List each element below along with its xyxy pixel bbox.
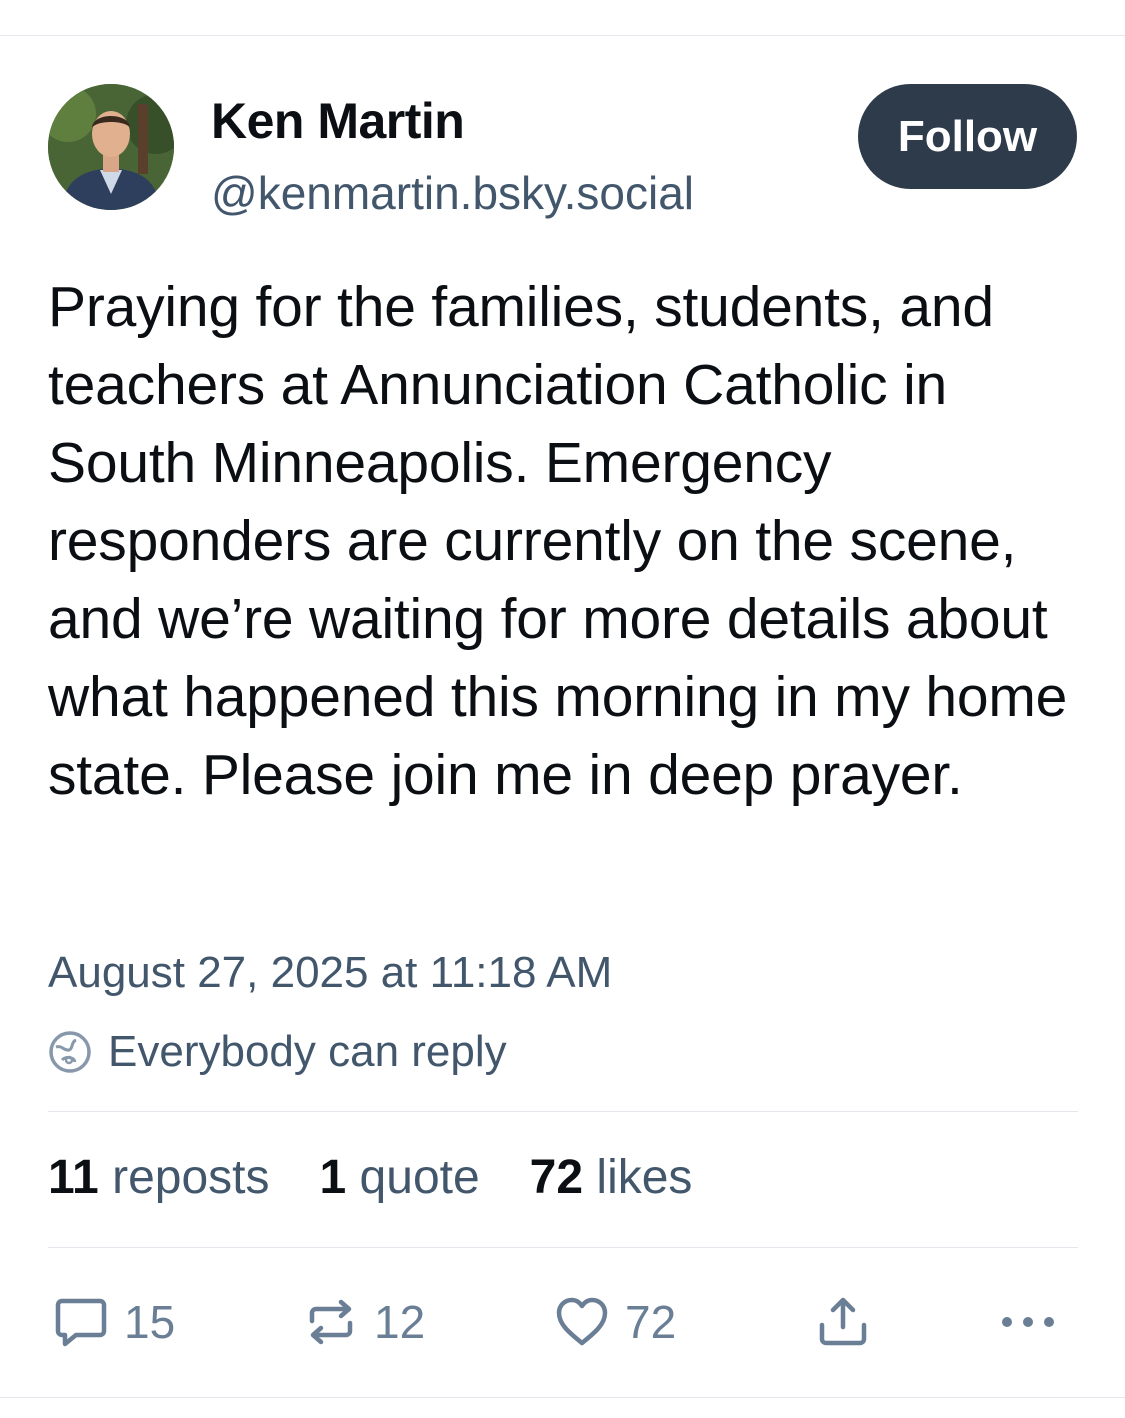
- reposts-label: reposts: [112, 1151, 270, 1204]
- heart-icon: [553, 1293, 611, 1351]
- quotes-label: quote: [359, 1151, 480, 1204]
- profile-photo-icon: [48, 84, 174, 210]
- share-button[interactable]: [814, 1290, 872, 1354]
- post-timestamp[interactable]: August 27, 2025 at 11:18 AM: [48, 948, 612, 998]
- reply-setting-label: Everybody can reply: [108, 1027, 507, 1076]
- reposts-stat[interactable]: 11 reposts: [48, 1150, 270, 1205]
- follow-button[interactable]: Follow: [858, 84, 1077, 189]
- top-divider: [0, 35, 1125, 36]
- divider: [48, 1247, 1078, 1248]
- like-button[interactable]: 72: [553, 1290, 676, 1354]
- reply-button[interactable]: 15: [52, 1290, 175, 1354]
- more-horizontal-icon: [998, 1293, 1058, 1351]
- repost-icon: [302, 1293, 360, 1351]
- likes-stat[interactable]: 72 likes: [530, 1150, 693, 1205]
- quotes-stat[interactable]: 1 quote: [320, 1150, 480, 1205]
- likes-count: 72: [529, 1151, 584, 1204]
- author-display-name[interactable]: Ken Martin: [211, 92, 465, 150]
- repost-button[interactable]: 12: [302, 1290, 425, 1354]
- share-icon: [814, 1293, 872, 1351]
- reply-setting[interactable]: Everybody can reply: [48, 1024, 507, 1080]
- likes-label: likes: [596, 1151, 693, 1204]
- globe-icon: [48, 1030, 92, 1074]
- post-text: Praying for the families, students, and …: [48, 275, 1068, 807]
- quotes-count: 1: [319, 1151, 347, 1204]
- engagement-stats: 11 reposts 1 quote 72 likes: [48, 1150, 742, 1205]
- reply-icon: [52, 1293, 110, 1351]
- author-handle[interactable]: @kenmartin.bsky.social: [211, 166, 694, 220]
- divider: [48, 1111, 1078, 1112]
- reply-count: 15: [124, 1296, 176, 1348]
- like-count: 72: [625, 1296, 677, 1348]
- more-options-button[interactable]: [998, 1290, 1058, 1354]
- bottom-divider: [0, 1397, 1125, 1398]
- repost-count: 12: [374, 1296, 426, 1348]
- avatar[interactable]: [48, 84, 174, 210]
- post-header: Ken Martin @kenmartin.bsky.social Follow: [48, 84, 1078, 219]
- reposts-count: 11: [48, 1151, 99, 1204]
- post-actions: 15 12 72: [48, 1290, 1078, 1354]
